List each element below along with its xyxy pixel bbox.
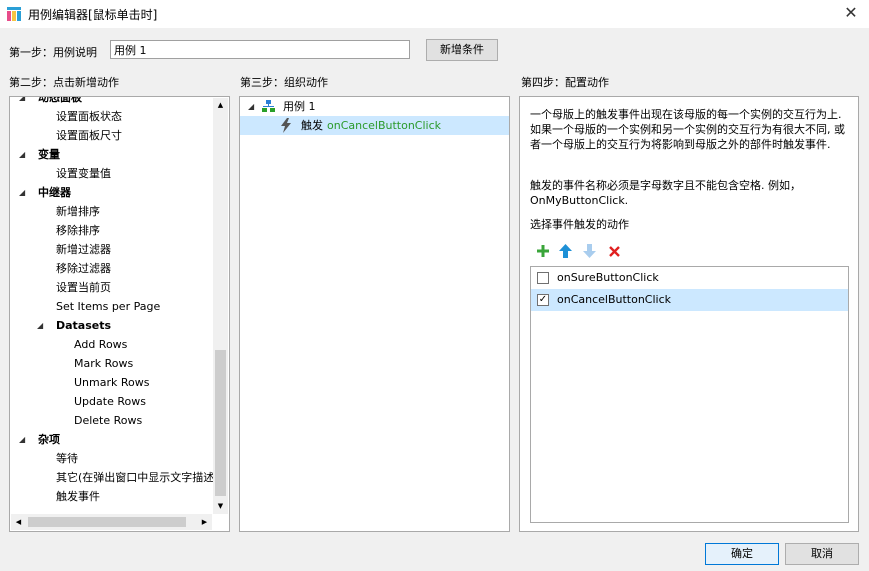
event-checkbox[interactable]: ✓ bbox=[537, 294, 549, 306]
use-case-editor-window: 用例编辑器[鼠标单击时] ✕ 第一步：用例说明 用例 1 新增条件 第二步：点击… bbox=[0, 0, 869, 571]
step3-label: 第三步：组织动作 bbox=[240, 76, 328, 89]
action-prefix: 触发 bbox=[301, 119, 323, 132]
tree-item[interactable]: 触发事件 bbox=[10, 487, 210, 506]
case-row[interactable]: ◢ 用例 1 bbox=[240, 97, 509, 116]
collapse-icon[interactable]: ◢ bbox=[37, 316, 47, 335]
case-name: 用例 1 bbox=[283, 100, 316, 113]
scroll-up-icon[interactable]: ▲ bbox=[213, 98, 228, 113]
add-icon[interactable] bbox=[537, 245, 549, 257]
tree-item[interactable]: 等待 bbox=[10, 449, 210, 468]
tree-label: 设置变量值 bbox=[56, 167, 111, 180]
tree-label: 等待 bbox=[56, 452, 78, 465]
tree-item[interactable]: 设置面板尺寸 bbox=[10, 126, 210, 145]
vertical-scrollbar[interactable]: ▲ ▼ bbox=[213, 98, 228, 514]
horizontal-scroll-thumb[interactable] bbox=[28, 517, 186, 527]
move-down-icon[interactable] bbox=[583, 244, 596, 258]
tree-item[interactable]: Update Rows bbox=[10, 392, 210, 411]
tree-item[interactable]: Add Rows bbox=[10, 335, 210, 354]
step4-label: 第四步：配置动作 bbox=[521, 76, 609, 89]
collapse-icon[interactable]: ◢ bbox=[19, 430, 29, 449]
tree-label: 移除排序 bbox=[56, 224, 100, 237]
app-icon bbox=[7, 7, 21, 21]
tree-label: 移除过滤器 bbox=[56, 262, 111, 275]
tree-item[interactable]: Unmark Rows bbox=[10, 373, 210, 392]
tree-group[interactable]: ◢ Datasets bbox=[10, 316, 210, 335]
organize-actions-panel: ◢ 用例 1 触发 onCancelButtonClick bbox=[239, 96, 510, 532]
step2-label: 第二步：点击新增动作 bbox=[9, 76, 119, 89]
tree-item[interactable]: 新增过滤器 bbox=[10, 240, 210, 259]
case-icon bbox=[262, 100, 275, 112]
tree-label: 设置面板尺寸 bbox=[56, 129, 122, 142]
tree-item[interactable]: 新增排序 bbox=[10, 202, 210, 221]
add-condition-button[interactable]: 新增条件 bbox=[426, 39, 498, 61]
scroll-right-icon[interactable]: ▶ bbox=[197, 514, 212, 530]
tree-item[interactable]: 设置变量值 bbox=[10, 164, 210, 183]
event-checkbox[interactable] bbox=[537, 272, 549, 284]
tree-item[interactable]: Set Items per Page bbox=[10, 297, 210, 316]
tree-label: Update Rows bbox=[74, 395, 146, 408]
tree-group[interactable]: ◢ 中继器 bbox=[10, 183, 210, 202]
cancel-button[interactable]: 取消 bbox=[785, 543, 859, 565]
tree-item[interactable]: 其它(在弹出窗口中显示文字描述) bbox=[10, 468, 219, 487]
tree-label: 变量 bbox=[38, 148, 60, 161]
event-name: onCancelButtonClick bbox=[557, 293, 672, 306]
event-row[interactable]: ✓ onCancelButtonClick bbox=[531, 289, 848, 311]
tree-group[interactable]: ◢ 变量 bbox=[10, 145, 210, 164]
lightning-icon bbox=[281, 118, 291, 133]
tree-item[interactable]: 设置当前页 bbox=[10, 278, 210, 297]
event-name: onSureButtonClick bbox=[557, 271, 659, 284]
tree-label: Delete Rows bbox=[74, 414, 143, 427]
tree-item[interactable]: Mark Rows bbox=[10, 354, 210, 373]
use-case-name-input[interactable]: 用例 1 bbox=[110, 40, 410, 59]
tree-label: Set Items per Page bbox=[56, 300, 161, 313]
tree-group[interactable]: ◢ 动态面板 bbox=[10, 96, 210, 107]
delete-icon[interactable] bbox=[609, 246, 620, 257]
tree-label: Add Rows bbox=[74, 338, 128, 351]
tree-label: Datasets bbox=[56, 319, 112, 332]
step1-label: 第一步：用例说明 bbox=[9, 46, 97, 59]
tree-label: 动态面板 bbox=[38, 96, 82, 104]
window-title: 用例编辑器[鼠标单击时] bbox=[28, 8, 158, 22]
close-icon[interactable]: ✕ bbox=[841, 3, 861, 23]
tree-group[interactable]: ◢ 杂项 bbox=[10, 430, 210, 449]
action-event: onCancelButtonClick bbox=[327, 119, 442, 132]
tree-label: 设置面板状态 bbox=[56, 110, 122, 123]
tree-label: 其它(在弹出窗口中显示文字描述) bbox=[56, 471, 219, 484]
collapse-icon[interactable]: ◢ bbox=[248, 97, 258, 116]
tree-label: Unmark Rows bbox=[74, 376, 150, 389]
tree-item[interactable]: 设置面板状态 bbox=[10, 107, 210, 126]
ok-button[interactable]: 确定 bbox=[705, 543, 779, 565]
collapse-icon[interactable]: ◢ bbox=[19, 97, 29, 107]
tree-item[interactable]: 移除排序 bbox=[10, 221, 210, 240]
tree-label: 中继器 bbox=[38, 186, 71, 199]
actions-tree-panel: ◢ 动态面板设置面板状态 设置面板尺寸 ◢ 变量设置变量值 ◢ 中继器新增排序移除排序新增过… bbox=[9, 96, 230, 532]
tree-label: 触发事件 bbox=[56, 490, 100, 503]
scroll-left-icon[interactable]: ◀ bbox=[11, 514, 26, 530]
scroll-down-icon[interactable]: ▼ bbox=[213, 499, 228, 514]
tree-label: 设置当前页 bbox=[56, 281, 111, 294]
event-row[interactable]: onSureButtonClick bbox=[531, 267, 848, 289]
tree-item[interactable]: 移除过滤器 bbox=[10, 259, 210, 278]
move-up-icon[interactable] bbox=[559, 244, 572, 258]
tree-label: 杂项 bbox=[38, 433, 60, 446]
title-bar: 用例编辑器[鼠标单击时] ✕ bbox=[0, 0, 869, 28]
configure-action-panel: 一个母版上的触发事件出现在该母版的每一个实例的交互行为上. 如果一个母版的一个实… bbox=[519, 96, 859, 532]
tree-label: 新增过滤器 bbox=[56, 243, 111, 256]
tree-item[interactable]: Delete Rows bbox=[10, 411, 210, 430]
collapse-icon[interactable]: ◢ bbox=[19, 145, 29, 164]
horizontal-scrollbar[interactable]: ◀ ▶ bbox=[11, 514, 212, 530]
vertical-scroll-thumb[interactable] bbox=[215, 350, 226, 496]
description-2: 触发的事件名称必须是字母数字且不能包含空格. 例如，OnMyButtonClic… bbox=[530, 179, 801, 207]
choose-events-label: 选择事件触发的动作 bbox=[530, 218, 629, 231]
action-row[interactable]: 触发 onCancelButtonClick bbox=[240, 116, 509, 135]
events-list: onSureButtonClick ✓ onCancelButtonClick bbox=[530, 266, 849, 523]
description-1: 一个母版上的触发事件出现在该母版的每一个实例的交互行为上. 如果一个母版的一个实… bbox=[530, 108, 845, 151]
tree-label: 新增排序 bbox=[56, 205, 100, 218]
tree-label: Mark Rows bbox=[74, 357, 134, 370]
collapse-icon[interactable]: ◢ bbox=[19, 183, 29, 202]
